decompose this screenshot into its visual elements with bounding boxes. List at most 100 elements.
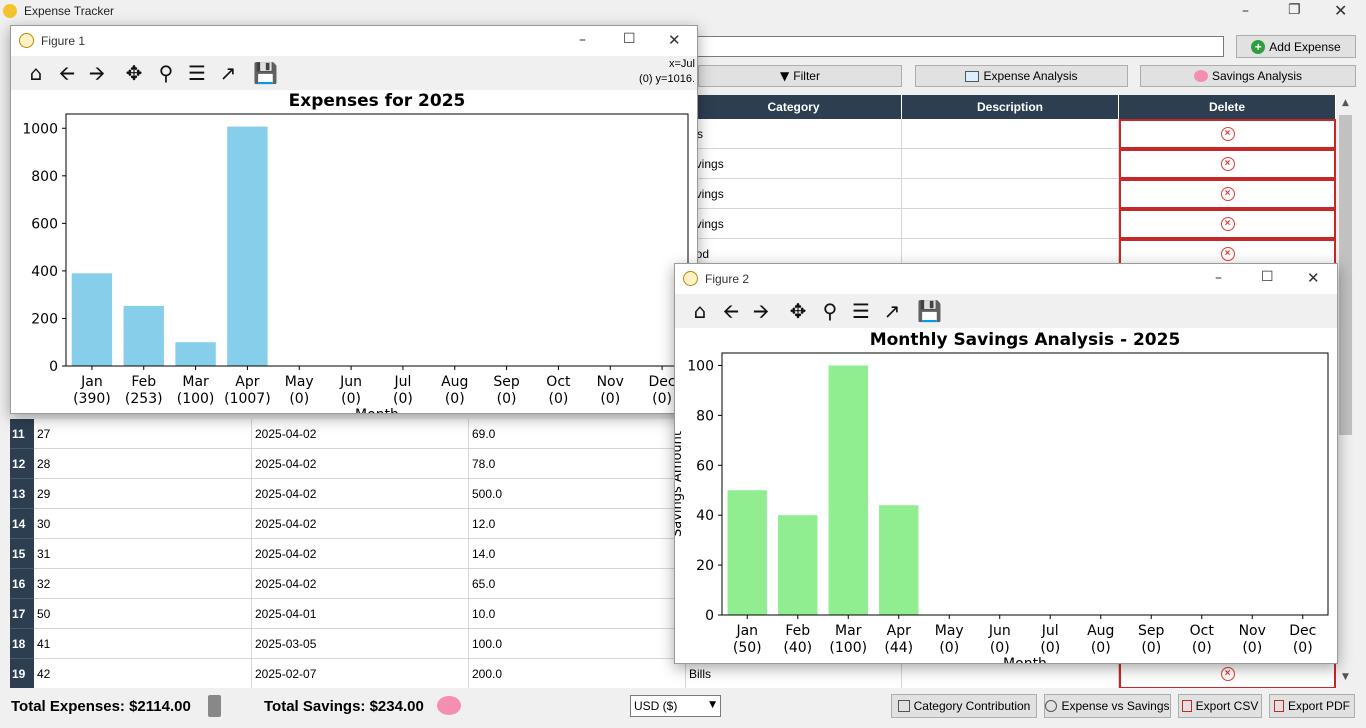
edit-axis-icon[interactable]: ↗: [880, 299, 904, 323]
row-number[interactable]: 16: [10, 569, 34, 599]
row-number[interactable]: 14: [10, 509, 34, 539]
minimize-icon[interactable]: –: [579, 32, 586, 48]
id-cell[interactable]: 27: [34, 419, 252, 449]
amount-cell[interactable]: 10.0: [469, 599, 686, 629]
zoom-icon[interactable]: ⚲: [818, 299, 842, 323]
amount-cell[interactable]: 65.0: [469, 569, 686, 599]
edit-axis-icon[interactable]: ↗: [216, 61, 240, 85]
amount-cell[interactable]: 100.0: [469, 629, 686, 659]
scroll-up-icon[interactable]: ▲: [1337, 95, 1354, 112]
row-number[interactable]: 11: [10, 419, 34, 449]
configure-subplots-icon[interactable]: ☰: [849, 299, 873, 323]
id-cell[interactable]: 32: [34, 569, 252, 599]
configure-subplots-icon[interactable]: ☰: [185, 61, 209, 85]
amount-cell[interactable]: 200.0: [469, 659, 686, 689]
forward-icon[interactable]: 🡪: [749, 299, 773, 323]
export-pdf-button[interactable]: Export PDF: [1269, 694, 1355, 718]
restore-icon[interactable]: ❐: [1288, 2, 1301, 18]
id-cell[interactable]: 42: [34, 659, 252, 689]
scroll-down-icon[interactable]: ▼: [1337, 669, 1354, 686]
category-cell[interactable]: avings: [686, 149, 902, 179]
header-delete[interactable]: Delete: [1119, 95, 1336, 119]
row-number[interactable]: 13: [10, 479, 34, 509]
home-icon[interactable]: ⌂: [24, 61, 48, 85]
date-cell[interactable]: 2025-02-07: [252, 659, 469, 689]
maximize-icon[interactable]: ☐: [623, 31, 636, 47]
save-icon[interactable]: 💾: [917, 299, 942, 323]
delete-cell[interactable]: ×: [1119, 149, 1336, 179]
amount-cell[interactable]: 14.0: [469, 539, 686, 569]
zoom-icon[interactable]: ⚲: [154, 61, 178, 85]
row-number[interactable]: 18: [10, 629, 34, 659]
category-cell[interactable]: ills: [686, 119, 902, 149]
date-cell[interactable]: 2025-03-05: [252, 629, 469, 659]
close-icon[interactable]: ✕: [1334, 1, 1347, 20]
delete-icon[interactable]: ×: [1220, 667, 1235, 681]
delete-icon[interactable]: ×: [1220, 127, 1235, 141]
currency-select[interactable]: USD ($) ▼: [630, 695, 721, 717]
amount-cell[interactable]: 500.0: [469, 479, 686, 509]
category-cell[interactable]: avings: [686, 179, 902, 209]
date-cell[interactable]: 2025-04-01: [252, 599, 469, 629]
expense-vs-savings-button[interactable]: Expense vs Savings: [1044, 694, 1171, 718]
add-expense-button[interactable]: + Add Expense: [1236, 35, 1356, 58]
id-cell[interactable]: 30: [34, 509, 252, 539]
pan-icon[interactable]: ✥: [122, 61, 146, 85]
id-cell[interactable]: 28: [34, 449, 252, 479]
savings-analysis-button[interactable]: Savings Analysis: [1140, 65, 1356, 87]
id-cell[interactable]: 41: [34, 629, 252, 659]
table-scrollbar[interactable]: ▲ ▼: [1337, 95, 1354, 686]
row-number[interactable]: 15: [10, 539, 34, 569]
row-number[interactable]: 12: [10, 449, 34, 479]
close-icon[interactable]: ✕: [1307, 269, 1320, 287]
forward-icon[interactable]: 🡪: [85, 61, 109, 85]
description-cell[interactable]: [902, 179, 1119, 209]
row-number[interactable]: 17: [10, 599, 34, 629]
amount-cell[interactable]: 78.0: [469, 449, 686, 479]
amount-cell[interactable]: 69.0: [469, 419, 686, 449]
date-cell[interactable]: 2025-04-02: [252, 509, 469, 539]
scrollbar-thumb[interactable]: [1339, 115, 1352, 435]
amount-cell[interactable]: 12.0: [469, 509, 686, 539]
pan-icon[interactable]: ✥: [786, 299, 810, 323]
figure2-canvas[interactable]: Monthly Savings Analysis - 2025 Jan(50) Fe…: [675, 328, 1337, 663]
date-cell[interactable]: 2025-04-02: [252, 449, 469, 479]
delete-icon[interactable]: ×: [1220, 157, 1235, 171]
date-cell[interactable]: 2025-04-02: [252, 539, 469, 569]
x-tick-label: (0): [341, 391, 361, 407]
date-cell[interactable]: 2025-04-02: [252, 569, 469, 599]
id-cell[interactable]: 29: [34, 479, 252, 509]
header-description[interactable]: Description: [902, 95, 1119, 119]
figure1-canvas[interactable]: Expenses for 2025Jan(390)Feb(253)Mar(100…: [11, 90, 697, 413]
id-cell[interactable]: 31: [34, 539, 252, 569]
date-cell[interactable]: 2025-04-02: [252, 419, 469, 449]
id-cell[interactable]: 50: [34, 599, 252, 629]
minimize-icon[interactable]: –: [1215, 270, 1222, 286]
minimize-icon[interactable]: –: [1242, 3, 1249, 19]
header-category[interactable]: Category: [686, 95, 902, 119]
filter-button[interactable]: ▼ Filter: [698, 65, 902, 87]
export-csv-button[interactable]: Export CSV: [1178, 694, 1262, 718]
delete-cell[interactable]: ×: [1119, 179, 1336, 209]
home-icon[interactable]: ⌂: [688, 299, 712, 323]
delete-icon[interactable]: ×: [1220, 217, 1235, 231]
delete-cell[interactable]: ×: [1119, 119, 1336, 149]
maximize-icon[interactable]: ☐: [1261, 269, 1274, 285]
date-cell[interactable]: 2025-04-02: [252, 479, 469, 509]
save-icon[interactable]: 💾: [253, 61, 278, 85]
category-cell[interactable]: avings: [686, 209, 902, 239]
description-cell[interactable]: [902, 119, 1119, 149]
row-number[interactable]: 19: [10, 659, 34, 689]
back-icon[interactable]: 🡨: [719, 299, 743, 323]
back-icon[interactable]: 🡨: [55, 61, 79, 85]
expense-analysis-button[interactable]: Expense Analysis: [915, 65, 1128, 87]
search-input[interactable]: [690, 36, 1224, 57]
x-tick-label: (100): [177, 391, 215, 407]
delete-cell[interactable]: ×: [1119, 209, 1336, 239]
category-contribution-button[interactable]: Category Contribution: [891, 694, 1037, 718]
description-cell[interactable]: [902, 209, 1119, 239]
description-cell[interactable]: [902, 149, 1119, 179]
delete-icon[interactable]: ×: [1220, 187, 1235, 201]
delete-icon[interactable]: ×: [1220, 247, 1235, 261]
close-icon[interactable]: ✕: [668, 31, 681, 49]
